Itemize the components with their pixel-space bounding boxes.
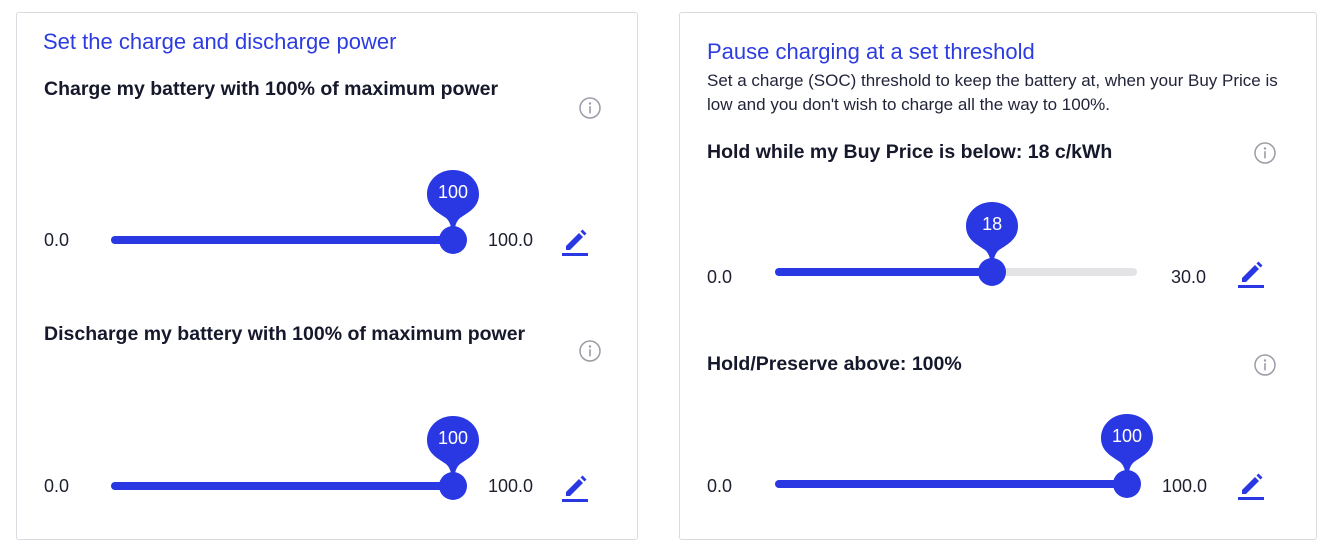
pause-charging-card: Pause charging at a set threshold Set a … [679,12,1317,540]
edit-charge-pencil-icon[interactable] [559,225,591,257]
card-description: Set a charge (SOC) threshold to keep the… [707,71,1278,114]
slider-fill [111,482,453,490]
slider-value: 100 [437,428,469,448]
preserve-slider[interactable]: 100 [775,414,1153,498]
info-icon[interactable] [579,340,601,362]
buy-price-slider[interactable]: 18 [775,202,1137,286]
card-title: Set the charge and discharge power [43,29,397,54]
slider-thumb[interactable] [439,226,467,254]
edit-buy-price-pencil-icon[interactable] [1235,257,1267,289]
slider-fill [775,268,993,276]
preserve-label: Hold/Preserve above: 100% [707,353,962,375]
slider-thumb[interactable] [1113,470,1141,498]
slider-fill [775,480,1127,488]
edit-preserve-pencil-icon[interactable] [1235,469,1267,501]
charge-power-label: Charge my battery with 100% of maximum p… [44,78,499,100]
preserve-max-label: 100.0 [1162,476,1208,496]
discharge-min-label: 0.0 [44,476,70,496]
discharge-power-label: Discharge my battery with 100% of maximu… [44,323,526,345]
charge-max-label: 100.0 [488,230,534,250]
slider-value: 18 [982,214,1003,234]
slider-thumb[interactable] [439,472,467,500]
info-icon[interactable] [579,97,601,119]
info-icon[interactable] [1254,142,1276,164]
buy-price-label: Hold while my Buy Price is below: 18 c/k… [707,141,1113,163]
slider-value: 100 [1111,426,1143,446]
buy-price-max-label: 30.0 [1171,267,1207,287]
discharge-power-slider[interactable]: 100 [111,416,479,500]
discharge-max-label: 100.0 [488,476,534,496]
charge-power-slider[interactable]: 100 [111,170,479,254]
charge-min-label: 0.0 [44,230,70,250]
preserve-min-label: 0.0 [707,476,733,496]
slider-thumb[interactable] [978,258,1007,286]
card-title: Pause charging at a set threshold [707,39,1035,64]
info-icon[interactable] [1254,354,1276,376]
charge-discharge-card: Set the charge and discharge power Charg… [16,12,638,540]
buy-price-min-label: 0.0 [707,267,733,287]
edit-discharge-pencil-icon[interactable] [559,471,591,503]
slider-fill [111,236,453,244]
slider-value: 100 [437,182,469,202]
